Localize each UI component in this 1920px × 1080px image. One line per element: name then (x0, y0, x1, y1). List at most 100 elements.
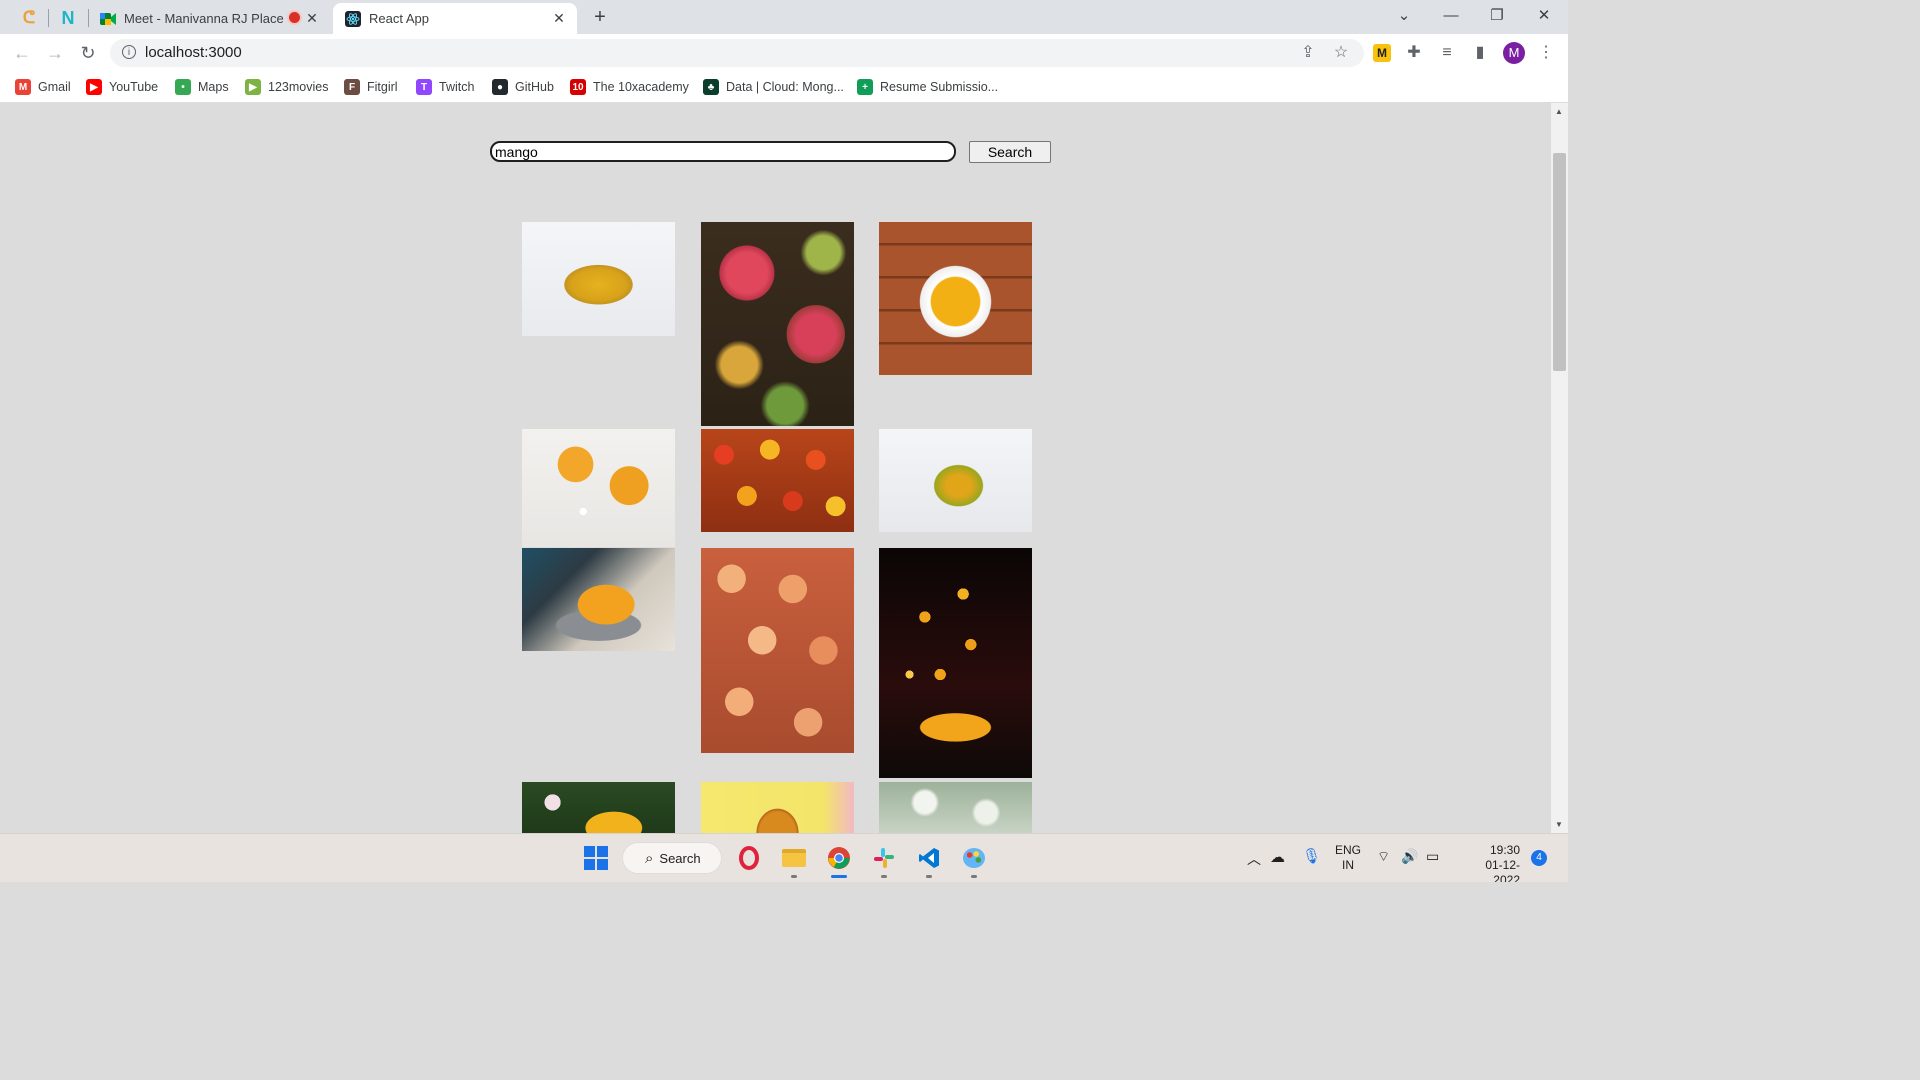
search-input[interactable] (490, 141, 956, 162)
profile-avatar[interactable]: M (1503, 42, 1525, 64)
close-window-button[interactable]: ✕ (1529, 4, 1559, 28)
close-tab-icon[interactable]: ✕ (551, 10, 567, 27)
slack-app[interactable] (868, 842, 900, 878)
scrollbar-thumb[interactable] (1553, 153, 1566, 371)
new-tab-button[interactable]: + (590, 6, 610, 29)
back-button[interactable]: ← (12, 43, 32, 63)
share-icon[interactable]: ⇪ (1299, 44, 1317, 62)
volume-icon[interactable]: 🔊 (1401, 848, 1418, 865)
search-button[interactable]: Search (969, 141, 1051, 163)
running-indicator (791, 875, 797, 878)
screen: ᕦ N Meet - Manivanna RJ Placem ✕ React A… (0, 0, 1568, 882)
scroll-up-arrow-icon[interactable]: ▲ (1555, 107, 1563, 116)
onedrive-cloud-icon[interactable]: ☁ (1270, 848, 1285, 866)
side-panel-icon[interactable]: ▮ (1470, 43, 1490, 63)
mango-image-4[interactable] (522, 429, 675, 547)
address-bar[interactable]: i localhost:3000 ⇪ ☆ (110, 39, 1364, 67)
file-explorer-app[interactable] (778, 842, 810, 878)
bookmark-label: Resume Submissio... (880, 80, 999, 94)
pinned-tab-1[interactable]: ᕦ (14, 4, 44, 32)
paint-app[interactable] (958, 842, 990, 878)
bookmark-fitgirl[interactable]: F Fitgirl (344, 78, 398, 96)
maps-pin-icon: • (175, 79, 191, 95)
folder-icon (782, 849, 806, 867)
bookmark-label: 123movies (268, 80, 329, 94)
taskbar-search[interactable]: ⌕ Search (622, 842, 722, 874)
bookmark-twitch[interactable]: T Twitch (416, 78, 474, 96)
running-indicator (926, 875, 932, 878)
bookmark-github[interactable]: ● GitHub (492, 78, 554, 96)
wifi-icon[interactable]: ⌔ (1377, 848, 1390, 866)
twitch-icon: T (416, 79, 432, 95)
start-button[interactable] (580, 842, 612, 874)
mango-image-1[interactable] (522, 222, 675, 336)
pinned-tab-2[interactable]: N (53, 4, 83, 32)
chrome-app[interactable] (823, 842, 855, 878)
10x-icon: 10 (570, 79, 586, 95)
bookmark-maps[interactable]: • Maps (175, 78, 229, 96)
mango-image-10[interactable] (522, 782, 675, 833)
bookmark-star-icon[interactable]: ☆ (1332, 44, 1350, 62)
mango-image-7[interactable] (522, 548, 675, 651)
close-tab-icon[interactable]: ✕ (304, 10, 320, 27)
vscode-app[interactable] (913, 842, 945, 878)
extensions-puzzle-icon[interactable]: ✚ (1404, 43, 1424, 63)
language-indicator[interactable]: ENG IN (1335, 843, 1361, 873)
tab-label: Meet - Manivanna RJ Placem (124, 11, 284, 26)
microphone-icon[interactable]: 🎙 (1302, 847, 1321, 865)
bookmark-data-cloud-mong[interactable]: ♣ Data | Cloud: Mong... (703, 78, 844, 96)
forward-button[interactable]: → (45, 43, 65, 63)
bookmark-the-10xacademy[interactable]: 10 The 10xacademy (570, 78, 689, 96)
bookmark-label: Twitch (439, 80, 475, 94)
page-scrollbar[interactable]: ▲ ▼ (1551, 103, 1568, 833)
language-label: ENG (1335, 843, 1362, 857)
fitgirl-avatar-icon: F (344, 79, 360, 95)
site-info-icon[interactable]: i (122, 45, 136, 59)
browser-toolbar: ← → ↻ i localhost:3000 ⇪ ☆ M ✚ ≡ ▮ M ⋮ (0, 34, 1568, 72)
bookmark-label: Fitgirl (367, 80, 398, 94)
mango-image-12[interactable] (879, 782, 1032, 833)
youtube-icon: ▶ (86, 79, 102, 95)
bookmark-youtube[interactable]: ▶ YouTube (86, 78, 158, 96)
bookmarks-bar: M Gmail ▶ YouTube • Maps ▶ 123movies F Fitgirl T Tw… (0, 72, 1568, 103)
bookmark-gmail[interactable]: M Gmail (15, 78, 71, 96)
extension-m-icon[interactable]: M (1373, 44, 1391, 62)
mango-image-5[interactable] (701, 429, 854, 532)
recording-indicator-icon (289, 12, 300, 23)
mango-image-11[interactable] (701, 782, 854, 833)
tab-search-chevron-icon[interactable]: ⌄ (1389, 4, 1419, 28)
reload-button[interactable]: ↻ (78, 43, 98, 63)
region-label: IN (1342, 858, 1354, 872)
mango-image-6[interactable] (879, 429, 1032, 532)
battery-icon[interactable]: ▭ (1426, 848, 1439, 865)
active-indicator (831, 875, 847, 878)
mango-image-9[interactable] (879, 548, 1032, 778)
notification-badge[interactable]: 4 (1531, 850, 1547, 866)
mango-image-3[interactable] (879, 222, 1032, 375)
show-hidden-icons-chevron-icon[interactable]: ︿ (1247, 849, 1261, 869)
restore-button[interactable]: ❐ (1482, 4, 1512, 28)
mongodb-leaf-icon: ♣ (703, 79, 719, 95)
tab-meet[interactable]: Meet - Manivanna RJ Placem ✕ (88, 3, 330, 34)
mango-image-8[interactable] (701, 548, 854, 753)
tab-strip: ᕦ N Meet - Manivanna RJ Placem ✕ React A… (0, 0, 1568, 34)
bookmark-123movies[interactable]: ▶ 123movies (245, 78, 328, 96)
minimize-button[interactable]: — (1436, 4, 1466, 28)
tab-divider (48, 9, 49, 27)
tab-react-app[interactable]: React App ✕ (333, 3, 577, 34)
bookmark-label: The 10xacademy (593, 80, 689, 94)
media-control-icon[interactable]: ≡ (1437, 43, 1457, 63)
clock[interactable]: 19:30 01-12-2022 (1460, 843, 1520, 882)
sheets-icon: + (857, 79, 873, 95)
page-content: Search (0, 103, 1551, 833)
address-url[interactable]: localhost:3000 (145, 44, 242, 61)
mango-image-2[interactable] (701, 222, 854, 426)
slack-icon (874, 848, 894, 868)
running-indicator (971, 875, 977, 878)
opera-app[interactable] (733, 842, 765, 874)
pinned-site-icon: ᕦ (22, 8, 36, 27)
scroll-down-arrow-icon[interactable]: ▼ (1555, 820, 1563, 829)
menu-kebab-icon[interactable]: ⋮ (1536, 43, 1556, 63)
github-icon: ● (492, 79, 508, 95)
bookmark-resume-submissio[interactable]: + Resume Submissio... (857, 78, 998, 96)
